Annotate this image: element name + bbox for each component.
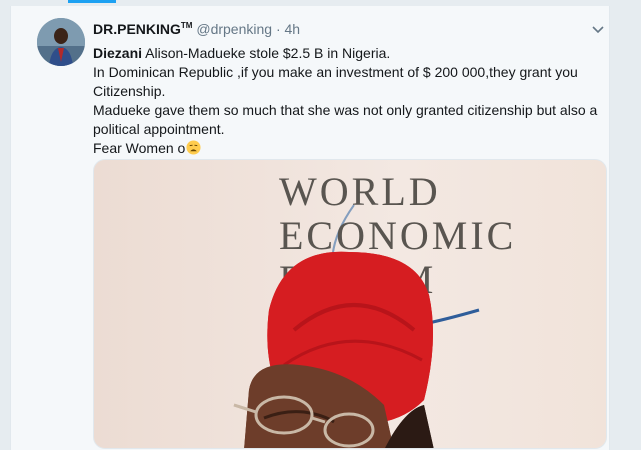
- chevron-down-icon[interactable]: [591, 22, 605, 34]
- user-handle[interactable]: @drpenking: [196, 21, 272, 37]
- separator-dot: ·: [275, 21, 281, 37]
- tweet-image[interactable]: WORLD ECONOMIC FORUM: [93, 159, 607, 449]
- tweet-line-4: Fear Women o: [93, 139, 603, 158]
- tweet-mention-bold: Diezani: [93, 45, 143, 61]
- avatar-image: [37, 18, 85, 66]
- tweet-line-2: In Dominican Republic ,if you make an in…: [93, 64, 578, 99]
- active-tab-indicator: [68, 0, 116, 3]
- avatar[interactable]: [37, 18, 85, 66]
- tweet-line-1-text: Alison-Madueke stole $2.5 B in Nigeria.: [142, 45, 391, 61]
- tweet-line-4-text: Fear Women o: [93, 140, 186, 156]
- tweet-text: Diezani Alison-Madueke stole $2.5 B in N…: [93, 44, 603, 158]
- tweet-timestamp[interactable]: 4h: [285, 21, 301, 37]
- tweet-header: DR.PENKINGTM @drpenking · 4h: [93, 21, 300, 37]
- tweet-line-3: Madueke gave them so much that she was n…: [93, 102, 598, 137]
- tweet-line-1: Diezani Alison-Madueke stole $2.5 B in N…: [93, 44, 603, 63]
- tweet-card[interactable]: DR.PENKINGTM @drpenking · 4h Diezani Ali…: [10, 6, 610, 450]
- headwrap-foreground: [233, 251, 434, 448]
- trademark-symbol: TM: [180, 21, 193, 30]
- display-name[interactable]: DR.PENKING: [93, 21, 181, 37]
- weary-face-icon: [186, 140, 201, 155]
